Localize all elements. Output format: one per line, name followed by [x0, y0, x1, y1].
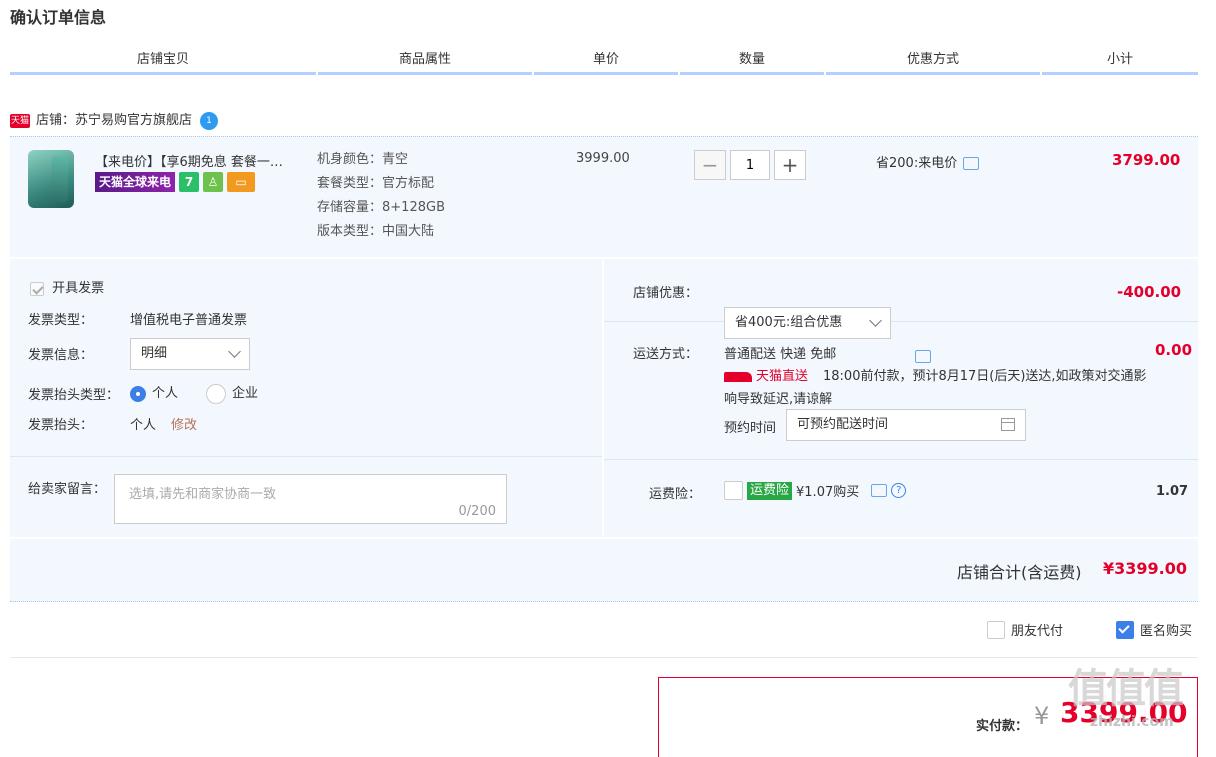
tag-service-icon: ♙	[203, 172, 224, 192]
quantity-decrease-button[interactable]: −	[694, 150, 726, 180]
friend-pay-option[interactable]: 朋友代付	[987, 620, 1063, 639]
chevron-down-icon	[228, 345, 241, 358]
tmall-direct-badge: 天猫直送	[724, 365, 808, 384]
attr-package: 套餐类型：官方标配	[317, 176, 435, 191]
col-header-attributes: 商品属性	[318, 50, 532, 75]
invoice-type-label: 发票类型：	[28, 313, 94, 328]
watermark-logo: 值值值	[1068, 666, 1184, 712]
col-header-store-item: 店铺宝贝	[10, 50, 316, 75]
product-title-link[interactable]: 【来电价】【享6期免息 套餐一…	[95, 151, 310, 170]
divider	[10, 456, 602, 457]
insurance-amount: 1.07	[1156, 484, 1189, 499]
anonymous-checkbox[interactable]	[1116, 620, 1134, 639]
insurance-comment-icon[interactable]	[871, 484, 888, 497]
tag-7day-return-icon: 7	[179, 172, 200, 192]
discount-comment-icon[interactable]	[915, 350, 931, 363]
tag-tmall-global: 天猫全球来电	[95, 172, 176, 192]
invoice-title-label: 发票抬头：	[28, 418, 94, 433]
invoice-info-label: 发票信息：	[28, 348, 94, 363]
store-discount-select[interactable]: 省400元:组合优惠	[724, 307, 891, 339]
invoice-checkbox-label: 开具发票	[52, 281, 105, 296]
friend-pay-label: 朋友代付	[1011, 624, 1064, 639]
radio-personal-button[interactable]	[130, 385, 146, 402]
wangwang-chat-icon[interactable]: 1	[200, 111, 219, 130]
store-row: 天猫 店铺：苏宁易购官方旗舰店 1	[10, 110, 219, 132]
item-promo: 省200:来电价	[876, 152, 980, 171]
col-header-unit-price: 单价	[534, 50, 678, 75]
divider	[604, 321, 1198, 322]
insurance-option: 运费险 ¥1.07购买 ?	[724, 481, 907, 500]
radio-company-label: 企业	[232, 386, 259, 401]
store-discount-label: 店铺优惠：	[633, 286, 699, 301]
invoice-type-value: 增值税电子普通发票	[130, 313, 248, 328]
quantity-increase-button[interactable]: +	[774, 150, 806, 180]
shipping-label: 运送方式：	[633, 347, 699, 362]
appoint-time-placeholder: 可预约配送时间	[797, 417, 889, 432]
message-placeholder: 选填,请先和商家协商一致	[129, 487, 277, 502]
appoint-time-input[interactable]: 可预约配送时间	[786, 409, 1026, 441]
message-counter: 0/200	[458, 504, 496, 519]
promo-comment-icon[interactable]	[963, 157, 980, 170]
divider	[10, 657, 1198, 658]
help-icon[interactable]: ?	[891, 483, 907, 498]
radio-personal[interactable]: 个人	[130, 382, 178, 402]
anonymous-label: 匿名购买	[1140, 624, 1193, 639]
shipping-amount: 0.00	[1155, 341, 1193, 359]
divider	[604, 459, 1198, 460]
message-textarea[interactable]: 选填,请先和商家协商一致 0/200	[114, 474, 507, 524]
invoice-info-selected: 明细	[141, 346, 168, 361]
invoice-info-select[interactable]: 明细	[130, 338, 250, 370]
attr-color: 机身颜色：青空	[317, 152, 409, 167]
insurance-checkbox[interactable]	[724, 481, 743, 500]
appoint-time-label: 预约时间	[724, 421, 777, 436]
invoice-toggle[interactable]: 开具发票	[30, 277, 104, 296]
invoice-title-type-label: 发票抬头类型：	[28, 388, 120, 403]
radio-personal-label: 个人	[152, 386, 179, 401]
invoice-modify-link[interactable]: 修改	[171, 414, 197, 433]
chevron-down-icon	[869, 314, 882, 327]
insurance-label: 运费险：	[649, 487, 702, 502]
item-promo-text: 省200:来电价	[876, 156, 958, 171]
calendar-icon[interactable]	[1001, 418, 1015, 431]
product-thumbnail[interactable]	[28, 150, 74, 208]
shipping-method: 普通配送 快递 免邮	[724, 347, 837, 362]
watermark-url: zhizhi.com	[1090, 714, 1174, 730]
delivery-notice-line1: 18:00前付款，预计8月17日(后天)送达,如政策对交通影	[823, 369, 1147, 384]
quantity-input[interactable]	[730, 150, 770, 180]
item-subtotal: 3799.00	[1112, 151, 1181, 169]
insurance-price: ¥1.07购买	[796, 485, 860, 500]
tmall-logo-icon: 天猫	[10, 113, 30, 128]
truck-icon	[724, 371, 752, 382]
store-discount-amount: -400.00	[1117, 283, 1182, 301]
col-header-subtotal: 小计	[1042, 50, 1198, 75]
delivery-notice-line2: 响导致延迟,请谅解	[724, 392, 833, 407]
tmall-direct-label: 天猫直送	[756, 369, 809, 384]
store-total-label: 店铺合计(含运费)	[957, 563, 1082, 582]
invoice-title-value: 个人	[130, 418, 157, 433]
page-title: 确认订单信息	[10, 8, 107, 27]
invoice-checkbox[interactable]	[30, 281, 44, 296]
store-name[interactable]: 店铺：苏宁易购官方旗舰店	[36, 113, 192, 128]
unit-price: 3999.00	[576, 151, 630, 166]
radio-company[interactable]: 企业	[206, 382, 258, 404]
product-tags: 天猫全球来电 7 ♙ ▭	[95, 172, 256, 192]
attr-storage: 存储容量：8+128GB	[317, 200, 445, 215]
tag-installment-card-icon: ▭	[227, 172, 256, 192]
attr-version: 版本类型：中国大陆	[317, 224, 435, 239]
col-header-discount: 优惠方式	[826, 50, 1040, 75]
store-total-amount: ¥3399.00	[1103, 559, 1188, 578]
radio-company-button[interactable]	[206, 383, 226, 404]
col-header-quantity: 数量	[680, 50, 824, 75]
store-discount-selected: 省400元:组合优惠	[735, 315, 843, 330]
message-label: 给卖家留言：	[28, 482, 107, 497]
anonymous-option[interactable]: 匿名购买	[1116, 620, 1192, 639]
quantity-stepper: − +	[694, 150, 806, 180]
friend-pay-checkbox[interactable]	[987, 620, 1005, 639]
insurance-tag: 运费险	[747, 481, 793, 500]
payment-label: 实付款：	[976, 719, 1029, 734]
payment-currency: ¥	[1034, 702, 1050, 730]
